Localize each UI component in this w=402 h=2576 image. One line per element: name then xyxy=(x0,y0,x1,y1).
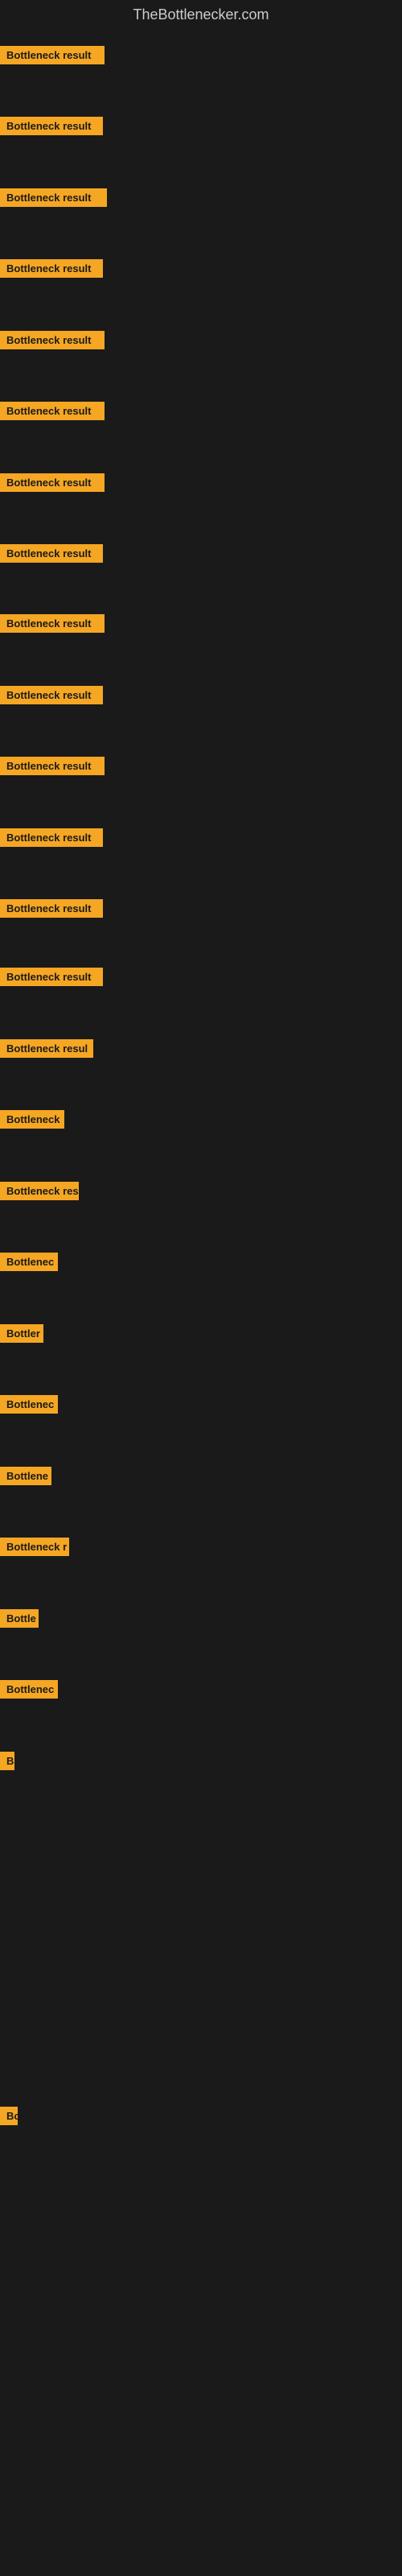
bottleneck-result-item[interactable]: Bottleneck res xyxy=(0,1182,79,1200)
bottleneck-result-item[interactable]: Bottleneck r xyxy=(0,1538,69,1556)
bottleneck-result-item[interactable]: Bottlene xyxy=(0,1467,51,1485)
bottleneck-result-item[interactable]: Bottleneck result xyxy=(0,188,107,207)
bottleneck-result-item[interactable]: Bottleneck resul xyxy=(0,1039,93,1058)
bottleneck-result-item[interactable]: Bottle xyxy=(0,1609,39,1628)
site-title: TheBottlenecker.com xyxy=(0,0,402,30)
bottleneck-result-item[interactable]: Bottler xyxy=(0,1324,43,1343)
bottleneck-result-item[interactable]: Bottlenec xyxy=(0,1680,58,1699)
bottleneck-result-item[interactable]: Bottleneck result xyxy=(0,331,105,349)
bottleneck-result-item[interactable]: Bottleneck result xyxy=(0,757,105,775)
bottleneck-result-item[interactable]: Bottlenec xyxy=(0,1395,58,1414)
bottleneck-result-item[interactable]: Bottleneck result xyxy=(0,544,103,563)
bottleneck-result-item[interactable]: Bottleneck result xyxy=(0,968,103,986)
bottleneck-result-item[interactable]: Bottleneck xyxy=(0,1110,64,1129)
bottleneck-result-item[interactable]: Bottleneck result xyxy=(0,473,105,492)
bottleneck-result-item[interactable]: Bottlenec xyxy=(0,1253,58,1271)
bottleneck-result-item[interactable]: Bottleneck result xyxy=(0,46,105,64)
bottleneck-result-item[interactable]: Bottleneck result xyxy=(0,402,105,420)
bottleneck-result-item[interactable]: Bottleneck result xyxy=(0,259,103,278)
bottleneck-result-item[interactable]: B xyxy=(0,1752,14,1770)
bottleneck-result-item[interactable]: Bottleneck result xyxy=(0,686,103,704)
bottleneck-result-item[interactable]: Bo xyxy=(0,2107,18,2125)
bottleneck-result-item[interactable]: Bottleneck result xyxy=(0,828,103,847)
bottleneck-result-item[interactable]: Bottleneck result xyxy=(0,899,103,918)
bottleneck-result-item[interactable]: Bottleneck result xyxy=(0,117,103,135)
bottleneck-result-item[interactable]: Bottleneck result xyxy=(0,614,105,633)
